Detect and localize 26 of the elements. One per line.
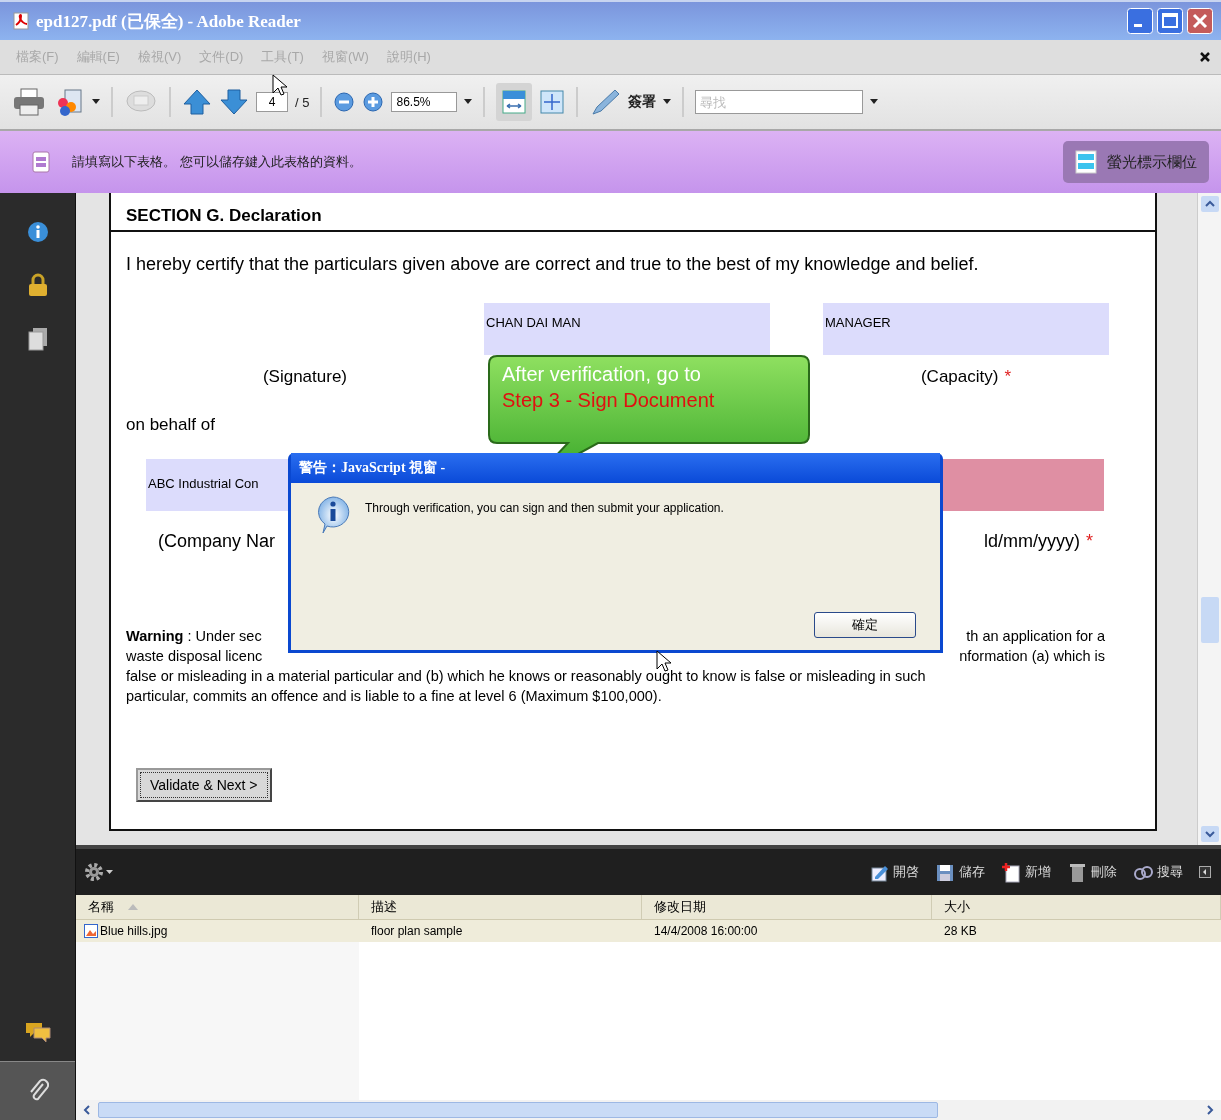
warning-text: false or misleading in a material particular and (b) which he knows or reasonably ought to know is false or misleading in such	[126, 667, 926, 686]
on-behalf-text: on behalf of	[126, 415, 216, 435]
table-cell: 14/4/2008 16:00:00	[654, 924, 758, 938]
page-total: / 5	[295, 94, 310, 110]
callout-text: Step 3 - Sign Document	[502, 388, 715, 413]
warning-text: Warning : Under sec	[126, 627, 262, 646]
dialog-message: Through verification, you can sign and then submit your application.	[365, 500, 724, 515]
required-mark: *	[1086, 531, 1093, 551]
warning-text: particular, commits an offence and is liable to a fine at level 6 (Maximum $100,000).	[126, 687, 662, 706]
company-label: (Company Nar	[158, 531, 276, 552]
table-cell: 28 KB	[944, 924, 977, 938]
warning-text: th an application for a	[966, 627, 1105, 646]
table-cell: Blue hills.jpg	[100, 924, 168, 938]
required-mark: *	[1004, 367, 1012, 386]
warning-text: nformation (a) which is	[959, 647, 1105, 666]
capacity-label: (Capacity)	[920, 367, 999, 386]
date-label: ld/mm/yyyy)	[984, 531, 1080, 551]
section-title: SECTION G. Declaration	[126, 206, 322, 226]
dialog-title: 警告：JavaScript 視窗 -	[299, 459, 446, 477]
callout-text: After verification, go to	[502, 362, 702, 387]
form-message: 請填寫以下表格。 您可以儲存鍵入此表格的資料。	[72, 153, 362, 171]
window-title: epd127.pdf (已保全) - Adobe Reader	[36, 10, 301, 33]
signature-label: (Signature)	[261, 366, 349, 388]
table-cell: floor plan sample	[371, 924, 463, 938]
warning-text: waste disposal licenc	[126, 647, 263, 666]
declaration-text: I hereby certify that the particulars given above are correct and true to the best of my knowledge and belief.	[126, 254, 980, 275]
